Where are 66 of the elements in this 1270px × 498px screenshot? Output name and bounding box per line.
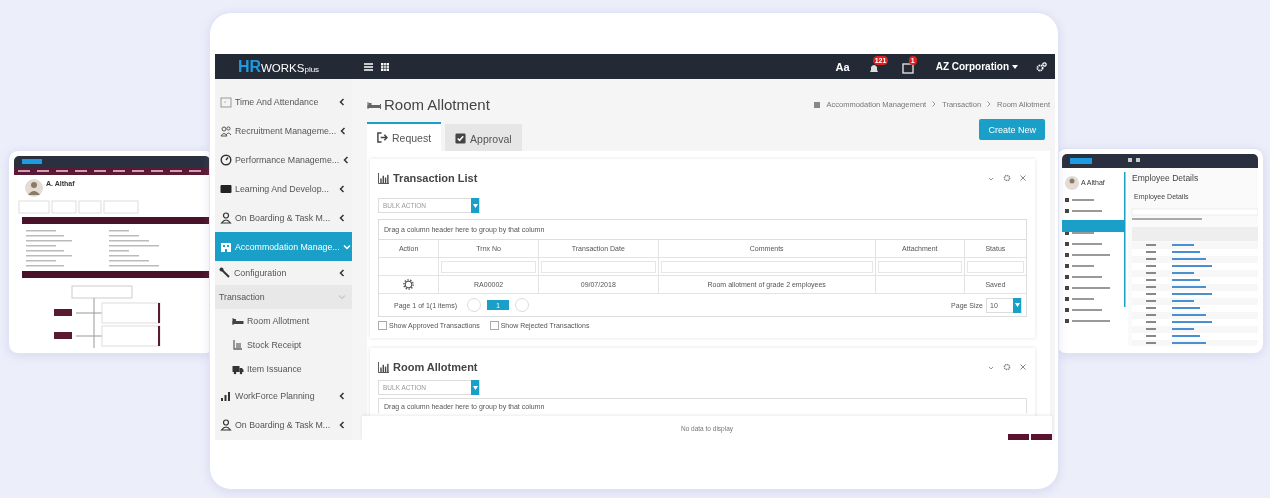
chart-icon — [378, 172, 389, 184]
calendar-icon — [220, 95, 232, 108]
sidebar-item[interactable]: Transaction — [215, 285, 352, 309]
checkbox[interactable] — [378, 321, 387, 330]
caret-icon — [1014, 303, 1020, 307]
caret-icon — [472, 203, 478, 208]
sidebar-item[interactable]: On Boarding & Task M... — [215, 203, 352, 232]
settings-icon[interactable] — [1036, 61, 1047, 72]
chevron-icon — [987, 101, 992, 107]
checkbox-icon — [455, 133, 467, 144]
chevron-icon[interactable] — [338, 97, 346, 106]
wrench-icon — [219, 267, 231, 279]
chevron-icon — [932, 101, 937, 107]
sidebar-item[interactable]: Time And Attendance — [215, 87, 352, 116]
chevron-icon[interactable] — [338, 269, 346, 277]
sidebar-item[interactable]: On Boarding & Task M... — [215, 410, 352, 439]
logo: HRWORKSplus — [236, 57, 321, 76]
filter-field[interactable] — [541, 260, 656, 273]
bed-icon — [232, 315, 244, 327]
filter-field[interactable] — [660, 260, 873, 273]
chevron-icon[interactable] — [338, 213, 346, 222]
person-icon — [220, 211, 232, 224]
menu-icon[interactable] — [364, 62, 373, 71]
settings-icon — [1003, 363, 1011, 371]
sidebar-item[interactable]: Configuration — [215, 261, 352, 285]
dolly-icon — [232, 339, 244, 351]
person-icon — [220, 418, 232, 431]
checkbox[interactable] — [489, 321, 499, 330]
sign-in-icon — [377, 132, 388, 143]
filter-field[interactable] — [441, 260, 536, 273]
caret-icon — [472, 385, 478, 390]
tab[interactable]: Request — [367, 122, 442, 151]
chart-icon — [220, 389, 232, 402]
sidebar-item[interactable]: Stock Receipt — [215, 333, 352, 357]
filter-field[interactable] — [966, 260, 1024, 273]
chevron-icon[interactable] — [338, 391, 346, 400]
sidebar-item[interactable]: Performance Manageme... — [215, 145, 352, 174]
truck-icon — [232, 363, 244, 375]
sidebar-item[interactable]: Recruitment Manageme... — [215, 116, 352, 145]
sidebar-item[interactable]: Room Allotment — [215, 309, 352, 333]
chevron-icon[interactable] — [338, 420, 346, 429]
chevron-icon[interactable] — [339, 126, 348, 135]
gear-icon — [403, 279, 415, 290]
calendar-icon — [901, 61, 914, 74]
people-icon — [220, 124, 232, 137]
book-icon — [220, 182, 232, 195]
company-dropdown[interactable]: AZ Corporation — [935, 61, 1018, 72]
filter-field[interactable] — [877, 260, 962, 273]
panel-title: Room Allotment — [378, 361, 478, 373]
close-icon — [1019, 174, 1027, 182]
chevron-icon[interactable] — [338, 184, 346, 193]
caret-icon — [1012, 64, 1018, 69]
grid-icon[interactable] — [381, 62, 389, 71]
chart-icon — [378, 361, 389, 373]
panel-title: Transaction List — [378, 172, 478, 184]
sidebar-item[interactable]: Learning And Develop... — [215, 174, 352, 203]
page-title: Room Allotment — [367, 95, 490, 113]
font-size-button[interactable]: Aa — [835, 60, 850, 73]
settings-icon — [1003, 174, 1011, 182]
tab[interactable]: Approval — [445, 124, 522, 151]
page-title: Employee Details — [1132, 173, 1199, 183]
sidebar-item[interactable]: Item Issuance — [215, 357, 352, 381]
sidebar-item[interactable]: WorkForce Planning — [215, 381, 352, 410]
gauge-icon — [220, 153, 232, 166]
close-icon — [1019, 363, 1027, 371]
chevron-icon[interactable] — [342, 155, 351, 164]
